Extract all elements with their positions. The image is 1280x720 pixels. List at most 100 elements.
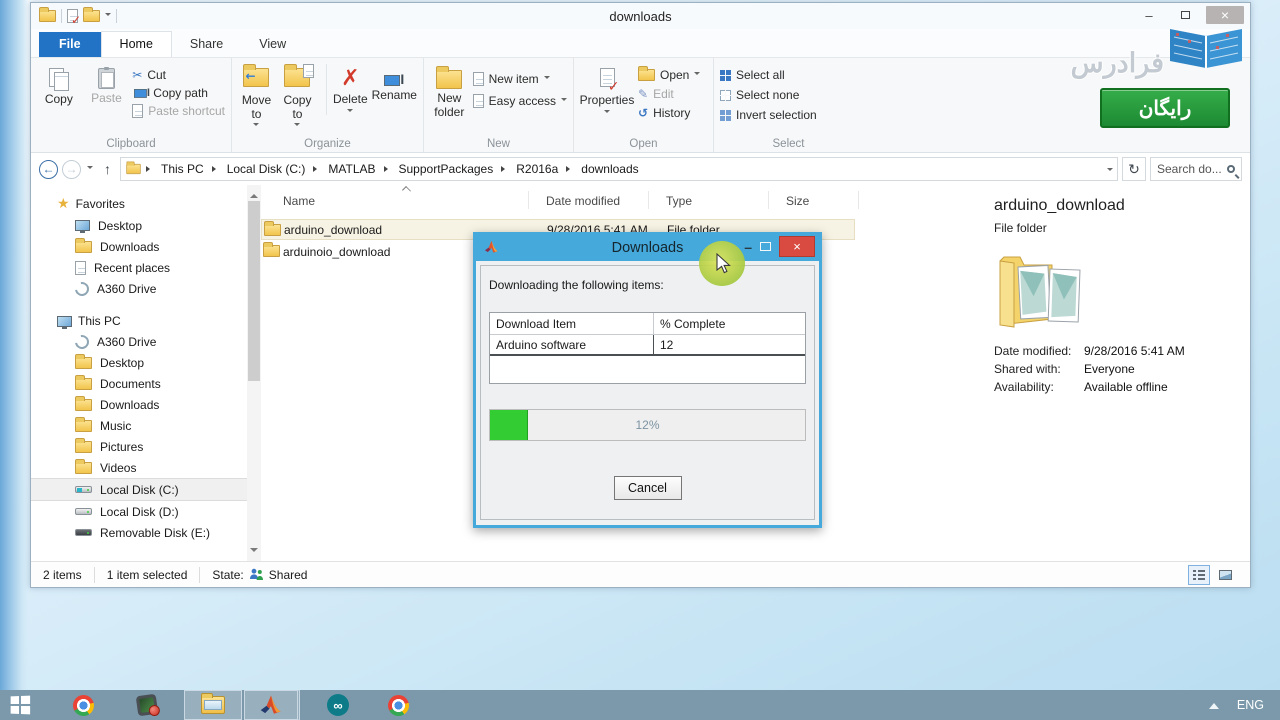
dialog-maximize-button[interactable] bbox=[760, 242, 771, 251]
close-button[interactable]: × bbox=[1206, 6, 1244, 24]
paste-shortcut-icon bbox=[132, 104, 144, 118]
taskbar-explorer-button[interactable] bbox=[184, 690, 242, 720]
copy-button[interactable]: Copy bbox=[37, 64, 81, 107]
screen-recorder-icon bbox=[135, 693, 159, 717]
start-button[interactable] bbox=[0, 690, 40, 720]
tab-view[interactable]: View bbox=[241, 32, 304, 57]
sidebar-section-this-pc[interactable]: This PC bbox=[31, 311, 247, 331]
thumbnails-view-button[interactable] bbox=[1214, 565, 1236, 585]
recent-places-icon bbox=[75, 260, 86, 275]
dropdown-caret-icon bbox=[604, 109, 610, 116]
language-indicator[interactable]: ENG bbox=[1237, 698, 1264, 712]
address-dropdown-icon[interactable] bbox=[1107, 167, 1113, 174]
column-size[interactable]: Size bbox=[786, 194, 809, 208]
cut-button[interactable]: ✂ Cut bbox=[132, 68, 225, 82]
dialog-title-bar[interactable]: Downloads – × bbox=[476, 235, 819, 261]
open-button[interactable]: Open bbox=[638, 66, 701, 82]
scroll-down-icon[interactable] bbox=[250, 548, 258, 556]
scrollbar-thumb[interactable] bbox=[248, 201, 260, 381]
paste-button[interactable]: Paste bbox=[85, 64, 129, 106]
new-folder-icon[interactable] bbox=[83, 7, 100, 22]
taskbar-recorder-button[interactable] bbox=[126, 690, 168, 720]
tab-share[interactable]: Share bbox=[172, 32, 241, 57]
check-icon: ✓ bbox=[70, 13, 81, 27]
crumb-r2016a[interactable]: R2016a bbox=[512, 160, 562, 178]
group-label-select: Select bbox=[772, 138, 805, 150]
sidebar-item-a360-drive[interactable]: A360 Drive bbox=[31, 278, 247, 299]
history-dropdown-icon[interactable] bbox=[87, 166, 93, 172]
taskbar-chrome2-button[interactable] bbox=[377, 690, 419, 720]
easy-access-button[interactable]: Easy access bbox=[472, 94, 567, 108]
select-all-button[interactable]: Select all bbox=[720, 68, 817, 82]
search-input[interactable]: Search do... bbox=[1150, 157, 1242, 181]
maximize-button[interactable] bbox=[1170, 6, 1200, 24]
sidebar-item-downloads-pc[interactable]: Downloads bbox=[31, 394, 247, 415]
taskbar-matlab-button[interactable] bbox=[244, 690, 300, 720]
show-hidden-icons-chevron[interactable] bbox=[1208, 698, 1219, 709]
sidebar-item-downloads[interactable]: Downloads bbox=[31, 236, 247, 257]
crumb-supportpackages[interactable]: SupportPackages bbox=[395, 160, 498, 178]
column-date-modified[interactable]: Date modified bbox=[546, 194, 620, 208]
delete-button[interactable]: ✗ Delete bbox=[325, 64, 368, 115]
select-none-button[interactable]: Select none bbox=[720, 88, 817, 102]
crumb-this-pc[interactable]: This PC bbox=[157, 160, 208, 178]
minimize-button[interactable]: – bbox=[1134, 6, 1164, 24]
folder-icon[interactable] bbox=[39, 7, 56, 22]
rename-button[interactable]: Rename bbox=[372, 64, 417, 103]
crumb-downloads[interactable]: downloads bbox=[577, 160, 642, 178]
breadcrumb[interactable]: This PC Local Disk (C:) MATLAB SupportPa… bbox=[120, 157, 1118, 181]
sidebar-item-removable-disk-e[interactable]: Removable Disk (E:) bbox=[31, 522, 247, 543]
sidebar-scrollbar[interactable] bbox=[247, 185, 261, 561]
sidebar-item-a360-drive-pc[interactable]: A360 Drive bbox=[31, 331, 247, 352]
properties-icon[interactable]: ✓ bbox=[67, 9, 81, 27]
copy-to-button[interactable]: Copy to bbox=[279, 64, 316, 129]
ribbon-group-select: Select all Select none Invert selection … bbox=[713, 58, 863, 152]
customize-qat-chevron-icon[interactable] bbox=[105, 13, 111, 19]
sidebar-item-desktop-pc[interactable]: Desktop bbox=[31, 352, 247, 373]
crumb-local-disk-c[interactable]: Local Disk (C:) bbox=[223, 160, 310, 178]
sidebar-section-favorites[interactable]: ★ Favorites bbox=[31, 193, 247, 215]
move-to-button[interactable]: ← Move to bbox=[238, 64, 275, 129]
properties-button[interactable]: ✓ Properties bbox=[580, 64, 634, 116]
field-value: Available offline bbox=[1084, 380, 1168, 394]
forward-button[interactable]: → bbox=[62, 159, 81, 179]
free-badge[interactable]: رایگان bbox=[1100, 88, 1230, 128]
table-col-percent-complete: % Complete bbox=[660, 316, 726, 331]
sidebar-item-recent-places[interactable]: Recent places bbox=[31, 257, 247, 278]
downloads-folder-icon bbox=[75, 395, 92, 411]
up-button[interactable]: ↑ bbox=[99, 161, 116, 177]
copy-path-button[interactable]: Copy path bbox=[132, 86, 225, 100]
tab-file[interactable]: File bbox=[39, 32, 101, 57]
new-folder-button[interactable]: New folder bbox=[430, 64, 469, 120]
column-name[interactable]: Name bbox=[283, 194, 315, 208]
dialog-close-button[interactable]: × bbox=[779, 236, 815, 257]
edit-button[interactable]: ✎ Edit bbox=[638, 87, 700, 101]
state-indicator: State: Shared bbox=[212, 567, 308, 582]
cancel-button[interactable]: Cancel bbox=[613, 476, 682, 500]
history-button[interactable]: ↺ History bbox=[638, 106, 700, 120]
tab-home[interactable]: Home bbox=[100, 31, 172, 57]
taskbar-arduino-button[interactable]: ∞ bbox=[317, 690, 359, 720]
refresh-button[interactable]: ↻ bbox=[1122, 157, 1146, 181]
downloads-folder-icon bbox=[75, 237, 92, 253]
scroll-up-icon[interactable] bbox=[250, 190, 258, 198]
invert-selection-button[interactable]: Invert selection bbox=[720, 108, 817, 122]
details-view-button[interactable] bbox=[1188, 564, 1210, 585]
column-headers: Name Date modified Type Size bbox=[261, 186, 986, 213]
new-item-button[interactable]: New item bbox=[472, 72, 567, 86]
dialog-minimize-button[interactable]: – bbox=[744, 239, 752, 255]
back-button[interactable]: ← bbox=[39, 159, 58, 179]
column-type[interactable]: Type bbox=[666, 194, 692, 208]
sidebar-item-pictures[interactable]: Pictures bbox=[31, 436, 247, 457]
paste-shortcut-button[interactable]: Paste shortcut bbox=[132, 104, 225, 118]
sidebar-item-local-disk-d[interactable]: Local Disk (D:) bbox=[31, 501, 247, 522]
taskbar-chrome-button[interactable] bbox=[62, 690, 104, 720]
sidebar-item-documents[interactable]: Documents bbox=[31, 373, 247, 394]
sidebar-item-local-disk-c[interactable]: Local Disk (C:) bbox=[31, 478, 247, 501]
sidebar-item-desktop[interactable]: Desktop bbox=[31, 215, 247, 236]
sidebar-item-music[interactable]: Music bbox=[31, 415, 247, 436]
sidebar-item-videos[interactable]: Videos bbox=[31, 457, 247, 478]
open-icon bbox=[638, 66, 655, 81]
crumb-matlab[interactable]: MATLAB bbox=[324, 160, 379, 178]
download-row[interactable]: Arduino software 12 bbox=[490, 335, 805, 356]
